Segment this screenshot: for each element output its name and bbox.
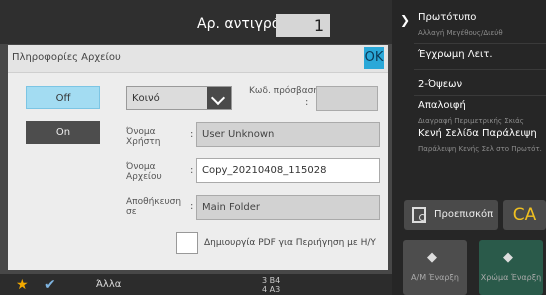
preview-icon <box>412 207 426 223</box>
bw-start-button[interactable]: ◆ Α/Μ Έναρξη <box>403 240 467 295</box>
ok-button[interactable]: OK <box>364 47 384 69</box>
file-name-field[interactable]: Copy_20210408_115028 <box>196 158 380 183</box>
dialog-header: Πληροφορίες Αρχείου OK <box>8 45 388 73</box>
file-name-label: Όνομα Αρχείου <box>126 162 162 182</box>
start-diamond-icon: ◆ <box>503 250 513 265</box>
pdf-checkbox[interactable] <box>176 232 198 254</box>
rp-item-original[interactable]: Πρωτότυπο <box>418 12 476 23</box>
colon: : <box>190 129 194 140</box>
rp-item-erase[interactable]: Απαλοιφή <box>418 100 466 111</box>
dialog-title: Πληροφορίες Αρχείου <box>12 52 121 63</box>
on-button[interactable]: On <box>26 121 100 144</box>
pdf-checkbox-label: Δημιουργία PDF για Περιήγηση με Η/Υ <box>204 238 376 248</box>
paper-tray-row: 3 B4 <box>262 276 281 285</box>
password-field[interactable] <box>316 86 378 111</box>
divider <box>414 95 546 96</box>
rp-item-blank-skip[interactable]: Κενή Σελίδα Παράλειψη <box>418 128 537 139</box>
preview-button[interactable]: Προεπισκόπ <box>404 200 498 230</box>
rp-item-blank-skip-sub: Παράλειψη Κενής Σελ στο Πρωτότ. <box>418 145 542 153</box>
chevron-down-icon[interactable] <box>207 87 231 109</box>
copies-input[interactable]: 1 <box>276 14 330 37</box>
start-diamond-icon: ◆ <box>427 250 437 265</box>
paper-tray-info: 3 B4 4 A3 <box>262 276 280 294</box>
property-select-value: Κοινό <box>132 93 160 104</box>
password-label: Κωδ. πρόσβασης <box>249 86 325 96</box>
file-info-dialog: Πληροφορίες Αρχείου OK Off On Κοινό Κωδ.… <box>8 45 388 270</box>
paper-tray-row: 4 A3 <box>262 285 281 294</box>
colon: : <box>190 201 194 212</box>
checkmark-icon[interactable]: ✔ <box>44 277 56 293</box>
off-button[interactable]: Off <box>26 86 100 109</box>
bw-start-label: Α/Μ Έναρξη <box>411 273 459 282</box>
store-in-label: Αποθήκευση σε <box>126 197 182 217</box>
star-icon[interactable]: ★ <box>16 277 29 293</box>
colon: : <box>190 165 194 176</box>
colon: : <box>305 97 309 108</box>
color-start-label: Χρώμα Έναρξη <box>480 273 542 282</box>
preview-label: Προεπισκόπ <box>434 209 494 220</box>
property-select[interactable]: Κοινό <box>126 86 232 110</box>
divider <box>414 43 546 44</box>
top-bar: Αρ. αντιγράφων 1 <box>0 0 392 44</box>
rp-item-duplex[interactable]: 2-Όψεων <box>418 79 462 90</box>
rp-item-original-sub: Αλλαγή Μεγέθους/Διεύθ <box>418 29 503 37</box>
user-name-label: Όνομα Χρήστη <box>126 127 161 147</box>
user-name-field[interactable]: User Unknown <box>196 122 380 147</box>
other-button[interactable]: Άλλα <box>96 279 121 290</box>
color-start-button[interactable]: ◆ Χρώμα Έναρξη <box>479 240 543 295</box>
clear-all-button[interactable]: CA <box>503 200 546 230</box>
store-in-field[interactable]: Main Folder <box>196 195 380 220</box>
bottom-bar <box>0 274 392 295</box>
rp-item-erase-sub: Διαγραφή Περιμετρικής Σκιάς <box>418 117 524 125</box>
chevron-right-icon[interactable]: ❯ <box>400 13 410 27</box>
rp-item-color-mode[interactable]: Έγχρωμη Λειτ. <box>418 49 493 60</box>
divider <box>414 69 546 70</box>
